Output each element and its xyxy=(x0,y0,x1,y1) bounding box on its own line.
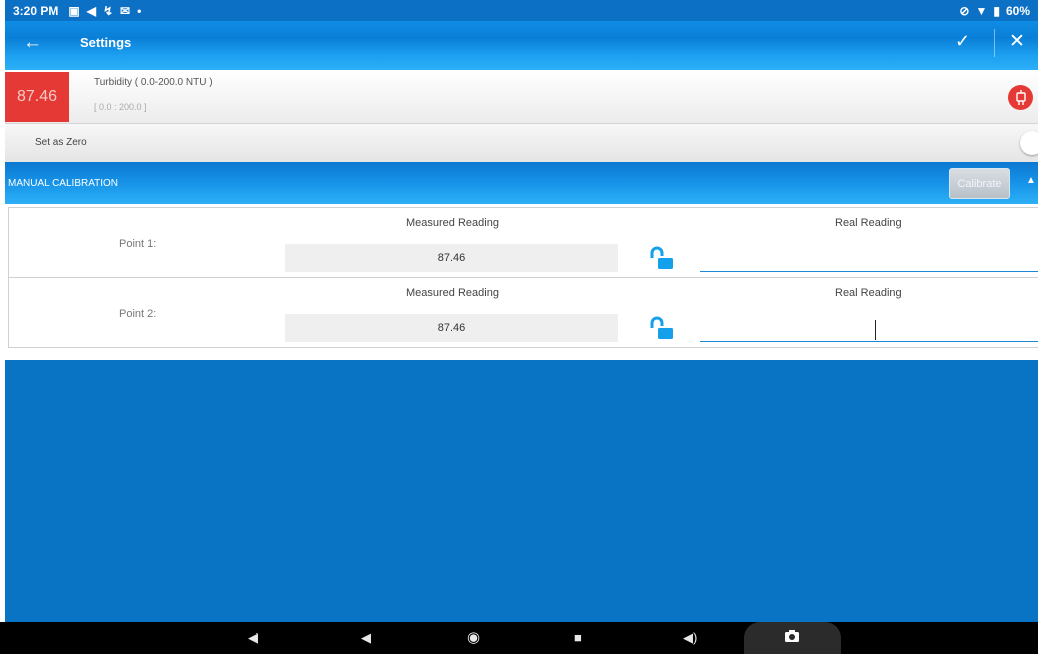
navigation-bar: ◀ׁ ◀ ◉ ■ ◀) xyxy=(0,622,1038,654)
send-icon: ◀ xyxy=(86,3,96,18)
manual-calibration-title: MANUAL CALIBRATION xyxy=(8,178,119,189)
sensor-name: Turbidity ( 0.0-200.0 NTU ) xyxy=(94,77,213,88)
chevron-up-icon[interactable]: ▲ xyxy=(1026,175,1036,186)
measured-reading-label: Measured Reading xyxy=(406,217,499,229)
home-icon[interactable]: ◉ xyxy=(467,628,480,646)
battery-percent: 60% xyxy=(1005,3,1030,18)
check-icon[interactable]: ✓ xyxy=(955,31,970,52)
arrow-left-icon[interactable]: ← xyxy=(23,31,42,55)
unlocked-padlock-icon[interactable] xyxy=(649,245,675,271)
close-icon[interactable]: ✕ xyxy=(1009,30,1025,53)
set-as-zero-toggle[interactable] xyxy=(1020,131,1038,155)
background-panel xyxy=(5,360,1038,622)
sensor-row: 87.46 Turbidity ( 0.0-200.0 NTU ) [ 0.0 … xyxy=(5,70,1038,124)
calibration-points: Point 1: Measured Reading 87.46 Real Rea… xyxy=(5,204,1038,360)
real-reading-input[interactable] xyxy=(700,248,1038,272)
alarm-off-icon: ⊘ xyxy=(959,3,970,18)
screen-edge xyxy=(0,0,5,622)
status-bar: 3:20 PM ▣ ◀ ↯ ✉ • ⊘ ▼ ▮ 60% xyxy=(5,0,1038,21)
page-title: Settings xyxy=(80,35,132,50)
image-icon: ▣ xyxy=(68,3,80,18)
probe-icon[interactable] xyxy=(1008,85,1033,110)
system-icons: ⊘ ▼ ▮ 60% xyxy=(959,4,1030,18)
notification-icons: ▣ ◀ ↯ ✉ • xyxy=(68,4,141,18)
calibration-point-1: Point 1: Measured Reading 87.46 Real Rea… xyxy=(8,207,1038,278)
more-dot-icon: • xyxy=(137,3,142,18)
unlocked-padlock-icon[interactable] xyxy=(649,315,675,341)
measured-reading-value: 87.46 xyxy=(285,244,618,272)
recents-icon[interactable]: ■ xyxy=(574,630,582,645)
title-bar: ← Settings ✓ ✕ xyxy=(5,21,1038,70)
set-as-zero-row: Set as Zero xyxy=(5,124,1038,162)
battery-icon: ▮ xyxy=(993,3,1000,18)
title-separator xyxy=(994,29,995,57)
volume-up-icon[interactable]: ◀) xyxy=(683,630,697,646)
calibrate-button[interactable]: Calibrate xyxy=(949,168,1010,199)
manual-calibration-header: MANUAL CALIBRATION Calibrate ▲ xyxy=(5,162,1038,204)
point-label: Point 1: xyxy=(119,238,157,250)
sensor-reading: 87.46 xyxy=(5,72,69,122)
missed-call-icon: ↯ xyxy=(102,3,113,18)
status-time: 3:20 PM xyxy=(13,3,59,18)
camera-icon xyxy=(784,629,800,646)
measured-reading-value: 87.46 xyxy=(285,314,618,342)
wifi-icon: ▼ xyxy=(975,3,988,18)
volume-down-icon[interactable]: ◀ׁ xyxy=(248,630,258,646)
real-reading-label: Real Reading xyxy=(835,217,902,229)
mail-icon: ✉ xyxy=(120,3,131,18)
calibration-point-2: Point 2: Measured Reading 87.46 Real Rea… xyxy=(8,277,1038,348)
set-as-zero-label: Set as Zero xyxy=(35,137,87,148)
real-reading-label: Real Reading xyxy=(835,287,902,299)
text-cursor xyxy=(875,320,876,340)
point-label: Point 2: xyxy=(119,308,157,320)
sensor-range: [ 0.0 : 200.0 ] xyxy=(94,102,147,112)
back-nav-icon[interactable]: ◀ xyxy=(361,630,371,646)
measured-reading-label: Measured Reading xyxy=(406,287,499,299)
screenshot-button[interactable] xyxy=(744,622,841,654)
real-reading-input[interactable] xyxy=(700,318,1038,342)
